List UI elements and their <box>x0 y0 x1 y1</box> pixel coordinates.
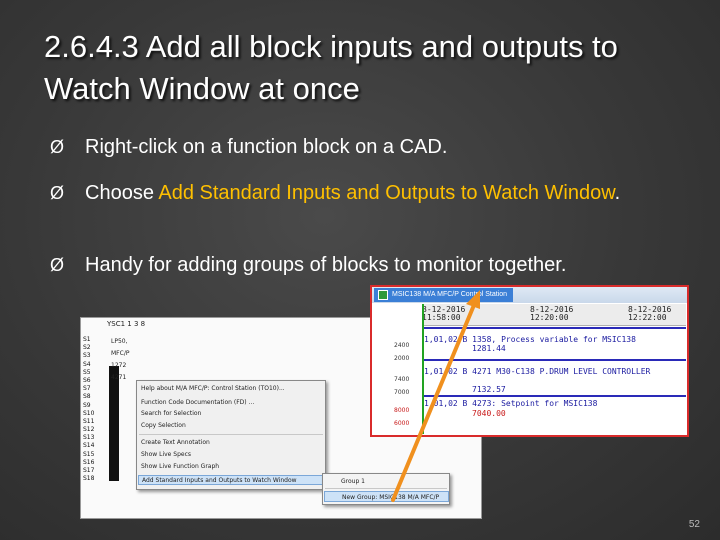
page-number: 52 <box>688 519 700 530</box>
annotation-arrow <box>391 290 480 502</box>
annotation-arrow-head <box>466 290 480 309</box>
annotation-arrow-line <box>391 303 476 502</box>
